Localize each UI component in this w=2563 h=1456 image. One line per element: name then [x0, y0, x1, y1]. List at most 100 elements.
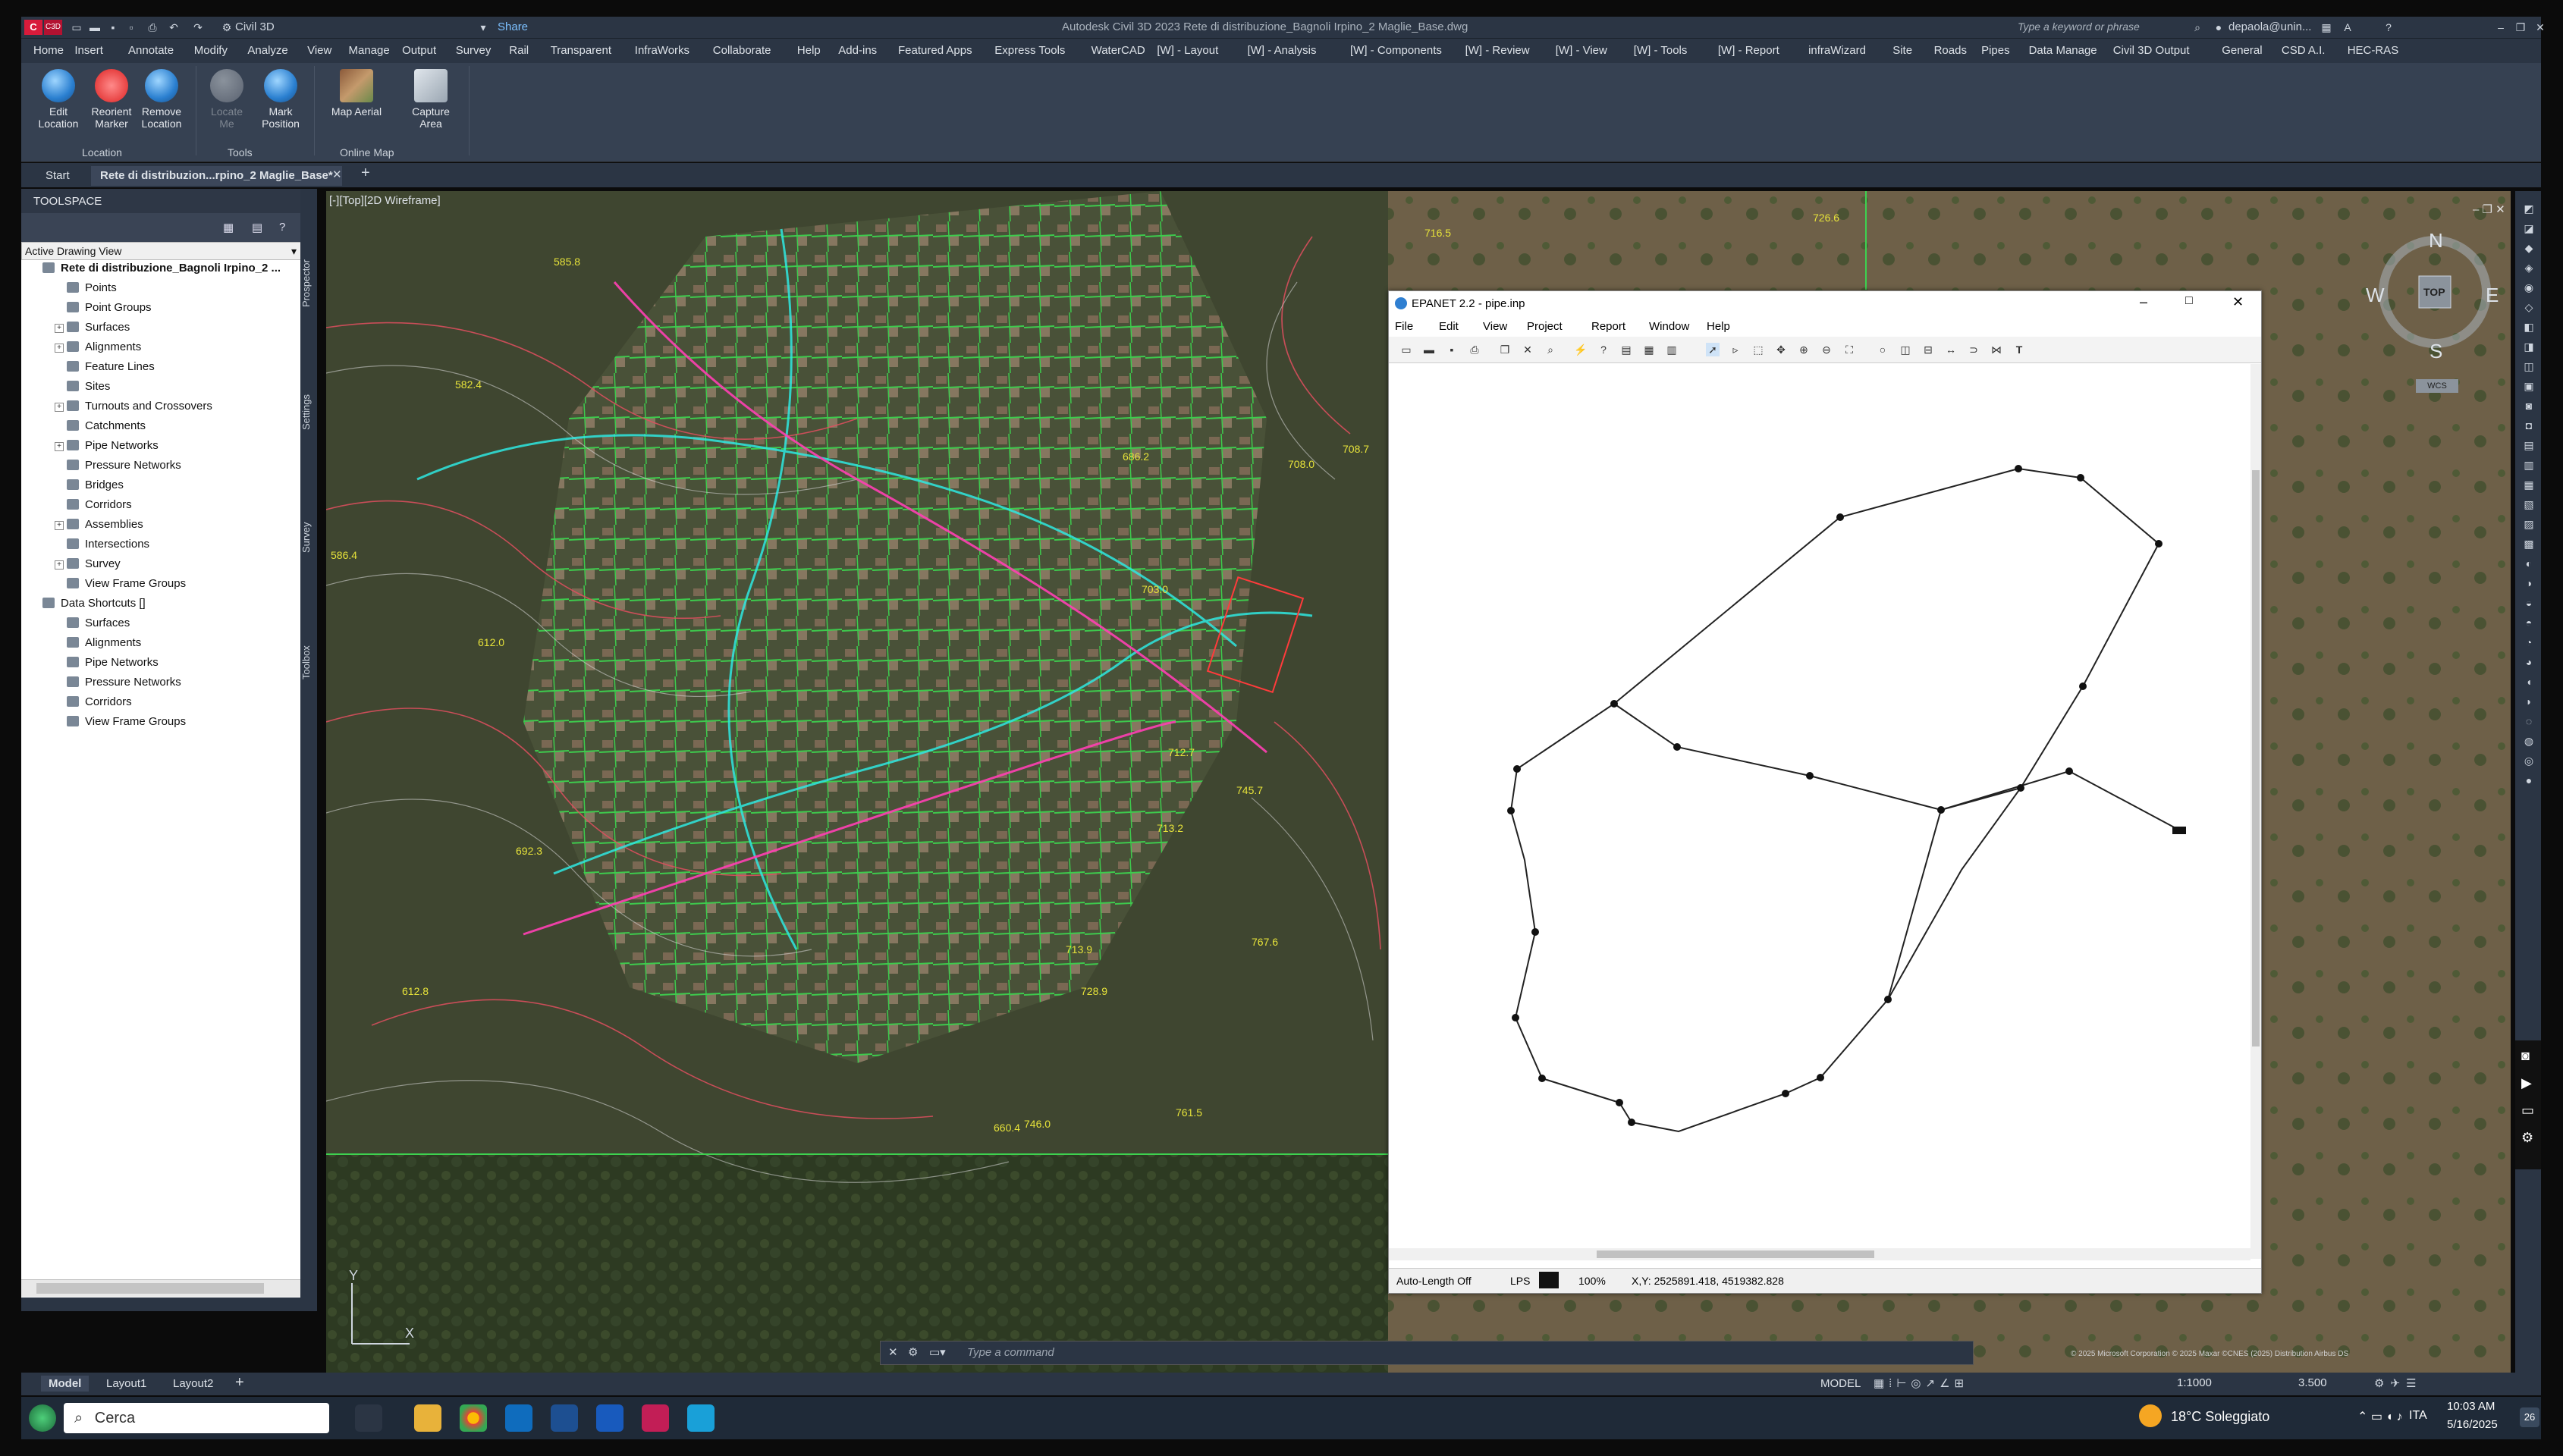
app-menu-button[interactable]: C — [24, 20, 42, 35]
viewport-controls[interactable]: [-][Top][2D Wireframe] — [329, 194, 441, 207]
zoom-in-icon[interactable]: ⊕ — [1797, 343, 1811, 356]
expand-icon[interactable]: + — [55, 344, 64, 353]
clock-date[interactable]: 5/16/2025 — [2447, 1418, 2498, 1431]
ribbon-tab-modify[interactable]: Modify — [194, 44, 228, 57]
junction-node[interactable] — [1937, 806, 1945, 814]
tree-root-drawing[interactable]: Rete di distribuzione_Bagnoli Irpino_2 .… — [42, 262, 281, 275]
help-search-input[interactable]: Type a keyword or phrase — [2018, 20, 2140, 33]
tree-item-view-frame-groups[interactable]: View Frame Groups — [67, 577, 186, 591]
edit-location-button[interactable]: Edit Location — [32, 69, 85, 130]
reorient-marker-button[interactable]: Reorient Marker — [85, 69, 138, 130]
expand-icon[interactable]: + — [55, 403, 64, 412]
compass-east[interactable]: E — [2486, 284, 2499, 307]
tab-settings[interactable]: Settings — [300, 378, 317, 447]
open-icon[interactable]: ▬ — [88, 20, 102, 34]
tree-item-catchments[interactable]: Catchments — [67, 419, 146, 433]
epanet-menu-file[interactable]: File — [1395, 320, 1413, 333]
ribbon-tab-roads[interactable]: Roads — [1934, 44, 1967, 57]
junction-node[interactable] — [1628, 1119, 1635, 1126]
user-icon[interactable]: ● — [2212, 20, 2225, 34]
tree-shortcut-corridors[interactable]: Corridors — [67, 695, 132, 709]
junction-node[interactable] — [1836, 513, 1844, 521]
tree-item-corridors[interactable]: Corridors — [67, 498, 132, 512]
junction-node[interactable] — [1817, 1074, 1824, 1081]
expand-icon[interactable]: + — [55, 521, 64, 530]
tree-shortcut-surfaces[interactable]: Surfaces — [67, 617, 130, 630]
ribbon-tab-featured-apps[interactable]: Featured Apps — [898, 44, 972, 57]
new-tab-icon[interactable]: + — [361, 165, 370, 182]
epanet-menu-report[interactable]: Report — [1591, 320, 1625, 333]
tab-model[interactable]: Model — [41, 1376, 90, 1392]
junction-node[interactable] — [2079, 682, 2087, 690]
panel-online-map-label[interactable]: Online Map — [340, 146, 394, 158]
maximize-icon[interactable]: □ — [2185, 294, 2193, 308]
weather-icon[interactable] — [2139, 1404, 2162, 1427]
junction-node[interactable] — [1513, 765, 1521, 773]
junction-node[interactable] — [1512, 1014, 1519, 1021]
run-icon[interactable]: ⚡ — [1574, 343, 1588, 356]
tree-item-alignments[interactable]: Alignments — [67, 340, 141, 354]
ribbon-tab-collaborate[interactable]: Collaborate — [713, 44, 771, 57]
snipping-icon[interactable] — [551, 1404, 578, 1432]
query-icon[interactable]: ? — [1597, 343, 1610, 356]
select-region-icon[interactable]: ⬚ — [1751, 343, 1765, 356]
save-icon[interactable]: ▪ — [106, 20, 120, 34]
ribbon-tab-infrawizard[interactable]: infraWizard — [1808, 44, 1866, 57]
restore-icon[interactable]: ❐ — [2514, 20, 2527, 34]
zoom-out-icon[interactable]: ⊖ — [1820, 343, 1833, 356]
compass-north[interactable]: N — [2429, 229, 2443, 253]
tree-item-survey[interactable]: Survey — [67, 557, 121, 571]
notification-badge[interactable]: 26 — [2520, 1407, 2539, 1427]
expand-icon[interactable]: + — [55, 442, 64, 451]
workspace-name[interactable]: Civil 3D — [235, 20, 275, 33]
compass-west[interactable]: W — [2366, 284, 2385, 307]
tree-shortcut-pressure-networks[interactable]: Pressure Networks — [67, 676, 181, 689]
save-icon[interactable]: ▪ — [1445, 343, 1459, 356]
ribbon-tab-home[interactable]: Home — [33, 44, 64, 57]
viewcube-top-face[interactable]: TOP — [2423, 286, 2445, 298]
epanet-menu-project[interactable]: Project — [1527, 320, 1563, 333]
copy-icon[interactable]: ❐ — [1498, 343, 1512, 356]
new-icon[interactable]: ▭ — [1399, 343, 1413, 356]
junction-node[interactable] — [1507, 807, 1515, 814]
tree-data-shortcuts[interactable]: Data Shortcuts [] — [42, 597, 146, 610]
civil3d-taskbar-icon[interactable] — [642, 1404, 669, 1432]
tree-item-bridges[interactable]: Bridges — [67, 479, 124, 492]
customize-icon[interactable]: ⚙ — [908, 1345, 918, 1359]
tree-item-intersections[interactable]: Intersections — [67, 538, 149, 551]
ribbon-tab-help[interactable]: Help — [797, 44, 821, 57]
tree-item-feature-lines[interactable]: Feature Lines — [67, 360, 155, 374]
plot-icon[interactable]: ⎙ — [146, 20, 159, 34]
workspace-dropdown-icon[interactable]: ▾ — [476, 20, 490, 34]
delete-icon[interactable]: ✕ — [1521, 343, 1534, 356]
ribbon-tab-w-review[interactable]: [W] - Review — [1465, 44, 1530, 57]
ribbon-tab-analyze[interactable]: Analyze — [247, 44, 287, 57]
epanet-taskbar-icon[interactable] — [687, 1404, 715, 1432]
select-vertex-icon[interactable]: ▹ — [1729, 343, 1742, 356]
epanet-menu-edit[interactable]: Edit — [1439, 320, 1459, 333]
tree-item-assemblies[interactable]: Assemblies — [67, 518, 143, 532]
system-tray-icons[interactable]: ⌃ ▭ ◖ ♪ — [2357, 1409, 2403, 1424]
junction-node[interactable] — [1806, 772, 1814, 780]
command-input[interactable]: Type a command — [967, 1346, 1054, 1359]
weather-text[interactable]: 18°C Soleggiato — [2171, 1409, 2269, 1425]
tree-item-sites[interactable]: Sites — [67, 380, 110, 394]
ribbon-tab-express-tools[interactable]: Express Tools — [994, 44, 1065, 57]
ribbon-tab-data-manage[interactable]: Data Manage — [2029, 44, 2097, 57]
tree-shortcut-alignments[interactable]: Alignments — [67, 636, 141, 650]
junction-node[interactable] — [2065, 767, 2073, 775]
ribbon-tab-rail[interactable]: Rail — [509, 44, 529, 57]
full-extent-icon[interactable]: ⛶ — [1842, 343, 1856, 356]
tab-survey[interactable]: Survey — [300, 507, 317, 568]
ribbon-tab-general[interactable]: General — [2222, 44, 2262, 57]
panel-tools-label[interactable]: Tools — [228, 146, 253, 158]
taskbar-search[interactable]: ⌕ Cerca — [64, 1403, 329, 1433]
capture-area-button[interactable]: Capture Area — [400, 69, 461, 130]
junction-node[interactable] — [2017, 784, 2024, 792]
redo-icon[interactable]: ↷ — [191, 20, 205, 34]
close-command-icon[interactable]: ✕ — [888, 1345, 898, 1359]
tab-prospector[interactable]: Prospector — [300, 242, 317, 325]
tab-toolbox[interactable]: Toolbox — [300, 629, 317, 697]
horizontal-scrollbar[interactable] — [21, 1279, 300, 1297]
junction-node[interactable] — [2077, 474, 2084, 482]
